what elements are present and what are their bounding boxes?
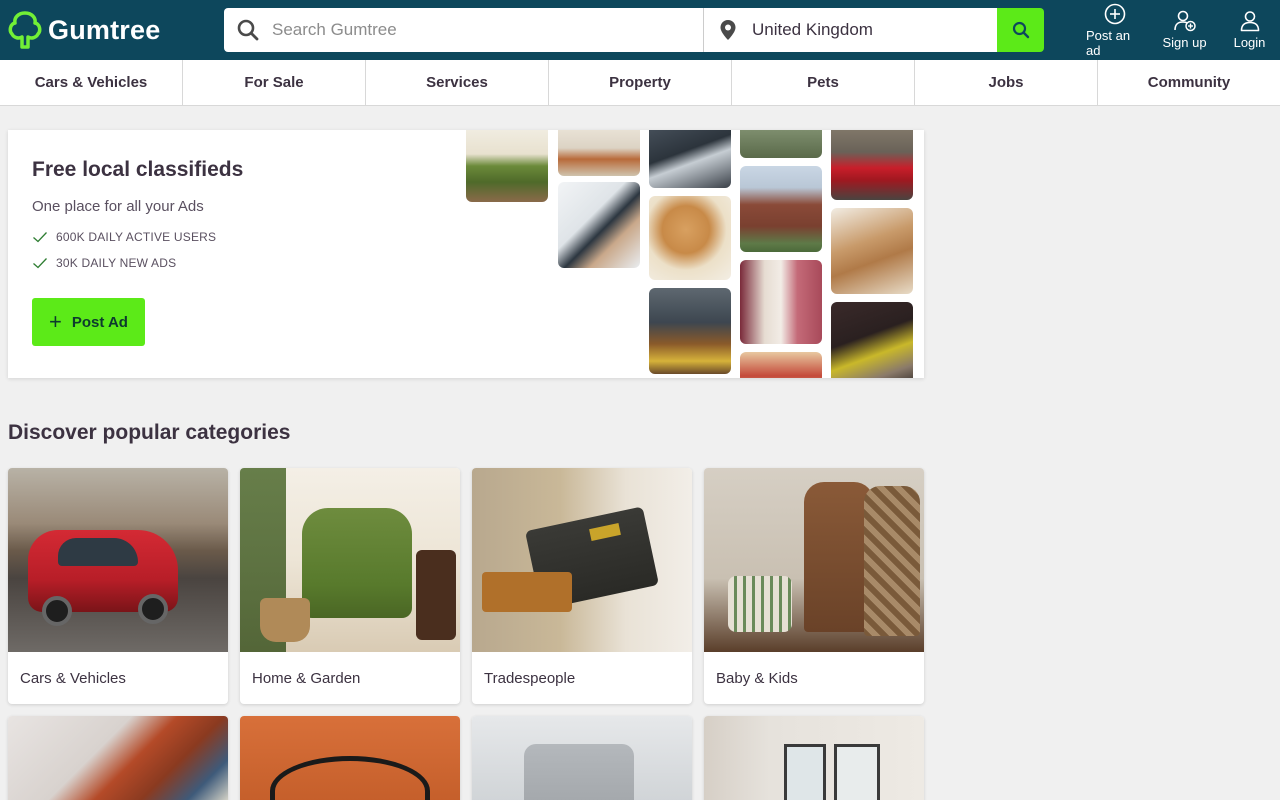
category-card-baby-kids[interactable]: Baby & Kids (704, 468, 924, 704)
plus-icon: + (49, 309, 62, 334)
brand-name: Gumtree (48, 14, 161, 45)
add-user-icon (1173, 10, 1196, 32)
category-image-beanie (8, 716, 228, 800)
plus-circle-icon (1104, 3, 1125, 24)
category-label: Cars & Vehicles (20, 669, 126, 687)
category-card-electronics[interactable] (472, 716, 692, 800)
picture-frame-shape (784, 744, 826, 800)
category-image-interior (704, 716, 924, 800)
mosaic-handshake-image (558, 182, 640, 268)
checkmark-icon (33, 232, 47, 243)
category-card-tradespeople[interactable]: Tradespeople (472, 468, 692, 704)
mosaic-laptop-image (649, 130, 731, 188)
nav-item-services[interactable]: Services (366, 60, 549, 105)
sign-up-button[interactable]: Sign up (1150, 0, 1219, 60)
mosaic-living-room-image (558, 130, 640, 176)
gumtree-logo[interactable]: Gumtree (8, 10, 160, 50)
stat-daily-new-ads: 30K DAILY NEW ADS (32, 256, 176, 270)
post-an-ad-label: Post an ad (1086, 27, 1131, 58)
hero-title: Free local classifieds (32, 158, 244, 181)
categories-title: Discover popular categories (8, 421, 291, 444)
stat-daily-users-text: 600K DAILY ACTIVE USERS (56, 230, 217, 244)
post-ad-button[interactable]: + Post Ad (32, 298, 145, 346)
category-label: Baby & Kids (716, 669, 798, 687)
category-image-car (8, 468, 228, 652)
laptop-shape (524, 744, 634, 800)
nav-item-cars-vehicles[interactable]: Cars & Vehicles (0, 60, 183, 105)
gumtree-tree-icon (8, 11, 42, 49)
category-label: Tradespeople (484, 669, 576, 687)
user-icon (1240, 11, 1259, 32)
car-wheel-shape (138, 594, 168, 624)
category-image-toolbox (472, 468, 692, 652)
tool-belt-shape (482, 572, 572, 612)
mosaic-plant-image (740, 130, 822, 158)
car-wheel-shape (42, 596, 72, 626)
side-table-shape (416, 550, 456, 640)
nav-item-jobs[interactable]: Jobs (915, 60, 1098, 105)
mosaic-red-car-image (831, 130, 913, 200)
category-image-armchair (240, 468, 460, 652)
login-button[interactable]: Login (1219, 0, 1280, 60)
header-actions: Post an ad Sign up Login (1079, 0, 1280, 60)
category-label: Home & Garden (252, 669, 361, 687)
search-button[interactable] (997, 8, 1044, 52)
location-pin-icon (704, 19, 752, 41)
hero-banner: Free local classifieds One place for all… (8, 130, 924, 378)
category-card-bicycles[interactable] (240, 716, 460, 800)
nav-item-community[interactable]: Community (1098, 60, 1280, 105)
post-ad-label: Post Ad (71, 313, 128, 331)
toy-drum-shape (728, 576, 792, 632)
search-bar: United Kingdom (224, 8, 1044, 52)
hero-subtitle: One place for all your Ads (32, 198, 204, 215)
mosaic-drill-image (831, 302, 913, 378)
search-field (224, 8, 704, 52)
bike-frame-shape (270, 756, 430, 800)
sign-up-label: Sign up (1162, 35, 1207, 50)
search-icon (224, 19, 272, 41)
search-input[interactable] (272, 20, 692, 40)
mosaic-shop-image (740, 352, 822, 378)
mosaic-tradesperson-image (649, 288, 731, 374)
nav-item-for-sale[interactable]: For Sale (183, 60, 366, 105)
picture-frame-shape (834, 744, 880, 800)
post-an-ad-button[interactable]: Post an ad (1079, 0, 1150, 60)
search-icon (1012, 21, 1029, 39)
mosaic-workbench-image (831, 208, 913, 294)
checked-coat-shape (864, 486, 920, 636)
category-image-bicycle (240, 716, 460, 800)
stat-daily-users: 600K DAILY ACTIVE USERS (32, 230, 216, 244)
category-image-kids-clothes (704, 468, 924, 652)
location-field[interactable]: United Kingdom (704, 8, 997, 52)
category-nav: Cars & Vehicles For Sale Services Proper… (0, 60, 1280, 106)
armchair-shape (302, 508, 412, 618)
mosaic-house-image (740, 166, 822, 252)
basket-shape (260, 598, 310, 642)
category-card-home-decor[interactable] (704, 716, 924, 800)
stat-daily-new-ads-text: 30K DAILY NEW ADS (56, 256, 177, 270)
category-image-laptop (472, 716, 692, 800)
mosaic-dog-image (649, 196, 731, 280)
mosaic-armchair-image (466, 130, 548, 202)
category-card-cars-vehicles[interactable]: Cars & Vehicles (8, 468, 228, 704)
mosaic-clothes-rack-image (740, 260, 822, 344)
nav-item-property[interactable]: Property (549, 60, 732, 105)
location-value: United Kingdom (752, 20, 873, 39)
category-card-fashion[interactable] (8, 716, 228, 800)
category-card-home-garden[interactable]: Home & Garden (240, 468, 460, 704)
checkmark-icon (33, 258, 47, 269)
login-label: Login (1233, 35, 1266, 50)
car-window-shape (58, 538, 138, 566)
nav-item-pets[interactable]: Pets (732, 60, 915, 105)
top-header: Gumtree United Kingdom Post an ad Sign u… (0, 0, 1280, 60)
